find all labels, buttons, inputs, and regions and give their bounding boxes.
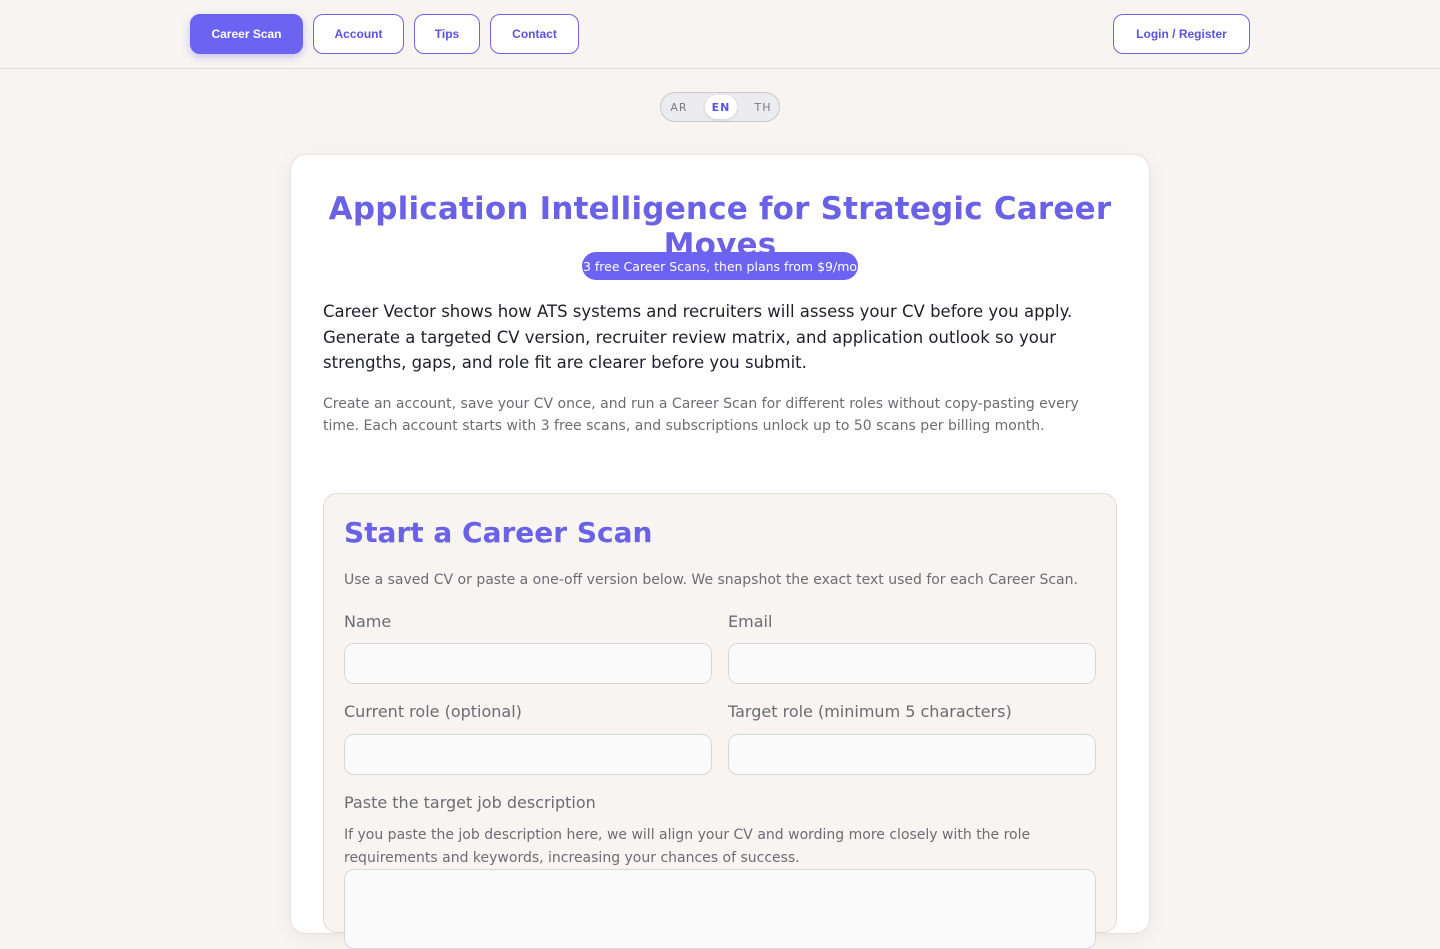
- nav-career-scan-button[interactable]: Career Scan: [190, 14, 303, 54]
- scan-form-title: Start a Career Scan: [344, 516, 653, 549]
- target-role-label: Target role (minimum 5 characters): [728, 702, 1012, 721]
- job-description-textarea[interactable]: [344, 869, 1096, 949]
- job-description-label: Paste the target job description: [344, 793, 596, 812]
- language-option-ar[interactable]: AR: [663, 95, 695, 119]
- email-label: Email: [728, 612, 773, 631]
- career-scan-form-panel: Start a Career Scan Use a saved CV or pa…: [323, 493, 1117, 949]
- pricing-badge: 3 free Career Scans, then plans from $9/…: [582, 252, 858, 280]
- intro-paragraph: Career Vector shows how ATS systems and …: [323, 302, 1073, 372]
- name-label: Name: [344, 612, 392, 631]
- nav-contact-button[interactable]: Contact: [490, 14, 579, 54]
- job-description-help: If you paste the job description here, w…: [344, 827, 1031, 866]
- language-option-en[interactable]: EN: [705, 95, 737, 119]
- login-register-button[interactable]: Login / Register: [1113, 14, 1250, 54]
- language-option-th[interactable]: TH: [747, 95, 779, 119]
- nav-account-button[interactable]: Account: [313, 14, 404, 54]
- intro-subtext: Create an account, save your CV once, an…: [323, 396, 1079, 434]
- name-input[interactable]: [344, 643, 712, 684]
- email-input[interactable]: [728, 643, 1096, 684]
- target-role-input[interactable]: [728, 734, 1096, 775]
- nav-tips-button[interactable]: Tips: [414, 14, 480, 54]
- main-card: Application Intelligence for Strategic C…: [290, 154, 1150, 949]
- current-role-label: Current role (optional): [344, 702, 522, 721]
- current-role-input[interactable]: [344, 734, 712, 775]
- language-switcher: AR EN TH: [660, 92, 780, 122]
- top-navigation-bar: Career Scan Account Tips Contact Login /…: [0, 0, 1440, 69]
- scan-form-description: Use a saved CV or paste a one-off versio…: [344, 572, 1078, 588]
